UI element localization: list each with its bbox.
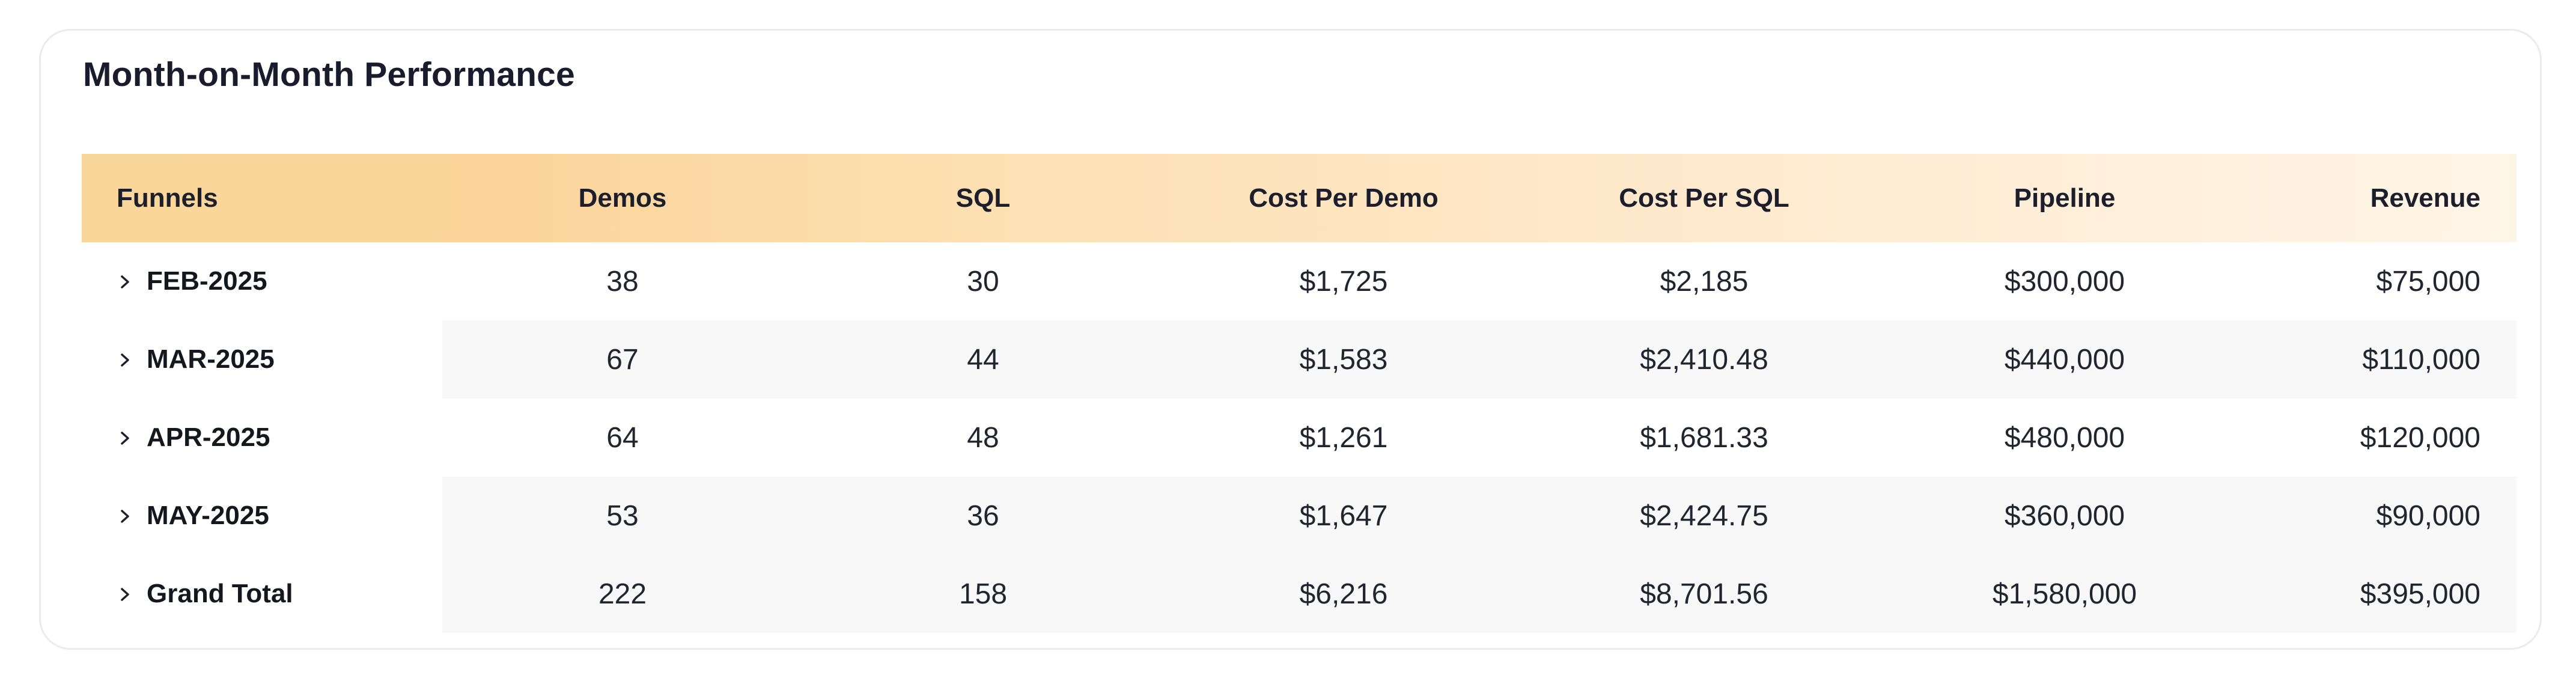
revenue-cell: $90,000 — [2376, 499, 2480, 532]
cost-per-demo-cell: $6,216 — [1299, 578, 1388, 610]
pipeline-cell: $1,580,000 — [1992, 578, 2137, 610]
table-header: Funnels Demos SQL Cost Per Demo Cost Per… — [82, 154, 2517, 242]
funnel-cell[interactable]: MAY-2025 — [82, 501, 442, 531]
sql-cell: 158 — [958, 578, 1008, 610]
pipeline-cell: $480,000 — [2004, 421, 2125, 454]
cost-per-sql-cell: $2,424.75 — [1640, 499, 1768, 532]
sql-cell: 48 — [967, 421, 999, 454]
revenue-cell: $395,000 — [2360, 578, 2480, 610]
demos-cell: 53 — [606, 499, 639, 532]
header-revenue[interactable]: Revenue — [2245, 183, 2517, 213]
demos-cell: 67 — [606, 343, 639, 376]
cost-per-demo-cell: $1,583 — [1299, 343, 1388, 376]
cost-per-sql-cell: $8,701.56 — [1640, 578, 1768, 610]
cost-per-demo-cell: $1,647 — [1299, 499, 1388, 532]
pipeline-cell: $440,000 — [2004, 343, 2125, 376]
revenue-cell: $120,000 — [2360, 421, 2480, 454]
sql-cell: 36 — [967, 499, 999, 532]
chevron-right-icon[interactable] — [117, 269, 135, 293]
table-row[interactable]: FEB-2025 38 30 $1,725 $2,185 $300,000 $7… — [82, 242, 2517, 320]
revenue-cell: $110,000 — [2362, 343, 2480, 376]
sql-cell: 44 — [967, 343, 999, 376]
performance-table: Funnels Demos SQL Cost Per Demo Cost Per… — [82, 154, 2517, 633]
sql-cell: 30 — [967, 265, 999, 298]
card-title: Month-on-Month Performance — [83, 55, 575, 94]
cost-per-demo-cell: $1,261 — [1299, 421, 1388, 454]
demos-cell: 222 — [598, 578, 647, 610]
chevron-right-icon[interactable] — [117, 504, 135, 528]
header-demos[interactable]: Demos — [442, 183, 803, 213]
table-row[interactable]: MAR-2025 67 44 $1,583 $2,410.48 $440,000… — [82, 320, 2517, 399]
funnel-label: FEB-2025 — [147, 266, 267, 296]
pipeline-cell: $360,000 — [2004, 499, 2125, 532]
cost-per-sql-cell: $2,410.48 — [1640, 343, 1768, 376]
header-cost-per-demo[interactable]: Cost Per Demo — [1163, 183, 1524, 213]
cost-per-sql-cell: $2,185 — [1660, 265, 1749, 298]
performance-card: Month-on-Month Performance Funnels Demos… — [39, 29, 2542, 650]
pipeline-cell: $300,000 — [2004, 265, 2125, 298]
table-row[interactable]: MAY-2025 53 36 $1,647 $2,424.75 $360,000… — [82, 477, 2517, 555]
funnel-label: APR-2025 — [147, 423, 270, 452]
funnel-cell[interactable]: APR-2025 — [82, 423, 442, 453]
header-sql[interactable]: SQL — [803, 183, 1163, 213]
header-funnels[interactable]: Funnels — [82, 183, 442, 213]
chevron-right-icon[interactable] — [117, 347, 135, 371]
chevron-right-icon[interactable] — [117, 426, 135, 450]
funnel-label: MAY-2025 — [147, 501, 269, 530]
demos-cell: 64 — [606, 421, 639, 454]
funnel-label: Grand Total — [147, 579, 293, 608]
header-pipeline[interactable]: Pipeline — [1884, 183, 2245, 213]
table-row[interactable]: APR-2025 64 48 $1,261 $1,681.33 $480,000… — [82, 399, 2517, 477]
cost-per-demo-cell: $1,725 — [1299, 265, 1388, 298]
demos-cell: 38 — [606, 265, 639, 298]
cost-per-sql-cell: $1,681.33 — [1640, 421, 1768, 454]
funnel-cell[interactable]: MAR-2025 — [82, 344, 442, 374]
funnel-cell[interactable]: FEB-2025 — [82, 266, 442, 296]
chevron-right-icon[interactable] — [117, 582, 135, 606]
funnel-label: MAR-2025 — [147, 344, 275, 374]
grand-total-row[interactable]: Grand Total 222 158 $6,216 $8,701.56 $1,… — [82, 555, 2517, 633]
revenue-cell: $75,000 — [2376, 265, 2480, 298]
header-cost-per-sql[interactable]: Cost Per SQL — [1524, 183, 1884, 213]
funnel-cell[interactable]: Grand Total — [82, 579, 442, 609]
